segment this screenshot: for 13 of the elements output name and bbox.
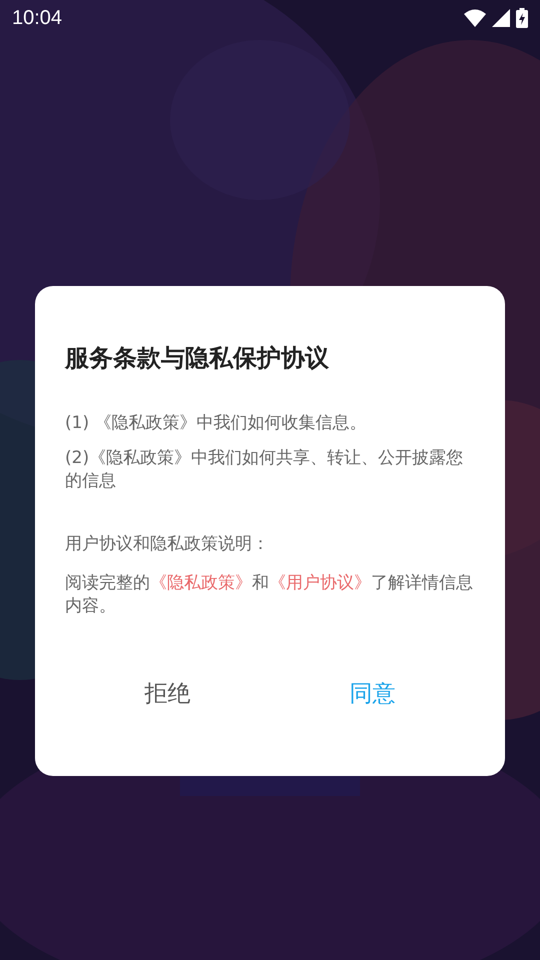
agreement-note: 阅读完整的《隐私政策》和《用户协议》了解详情信息内容。 (65, 572, 474, 618)
policy-item: (2)《隐私政策》中我们如何共享、转让、公开披露您的信息 (65, 447, 464, 493)
policy-link[interactable]: 《用户协议》 (269, 573, 371, 593)
dialog-title: 服务条款与隐私保护协议 (65, 343, 330, 374)
agree-button[interactable]: 同意 (330, 670, 416, 717)
section-title: 用户协议和隐私政策说明： (65, 533, 270, 556)
policy-item: (1) 《隐私政策》中我们如何收集信息。 (65, 412, 368, 435)
wifi-icon (464, 9, 486, 27)
decline-button[interactable]: 拒绝 (124, 670, 210, 717)
signal-icon (492, 9, 510, 27)
status-time: 10:04 (12, 6, 62, 30)
battery-icon (516, 8, 528, 28)
policy-link[interactable]: 《隐私政策》 (150, 573, 252, 593)
